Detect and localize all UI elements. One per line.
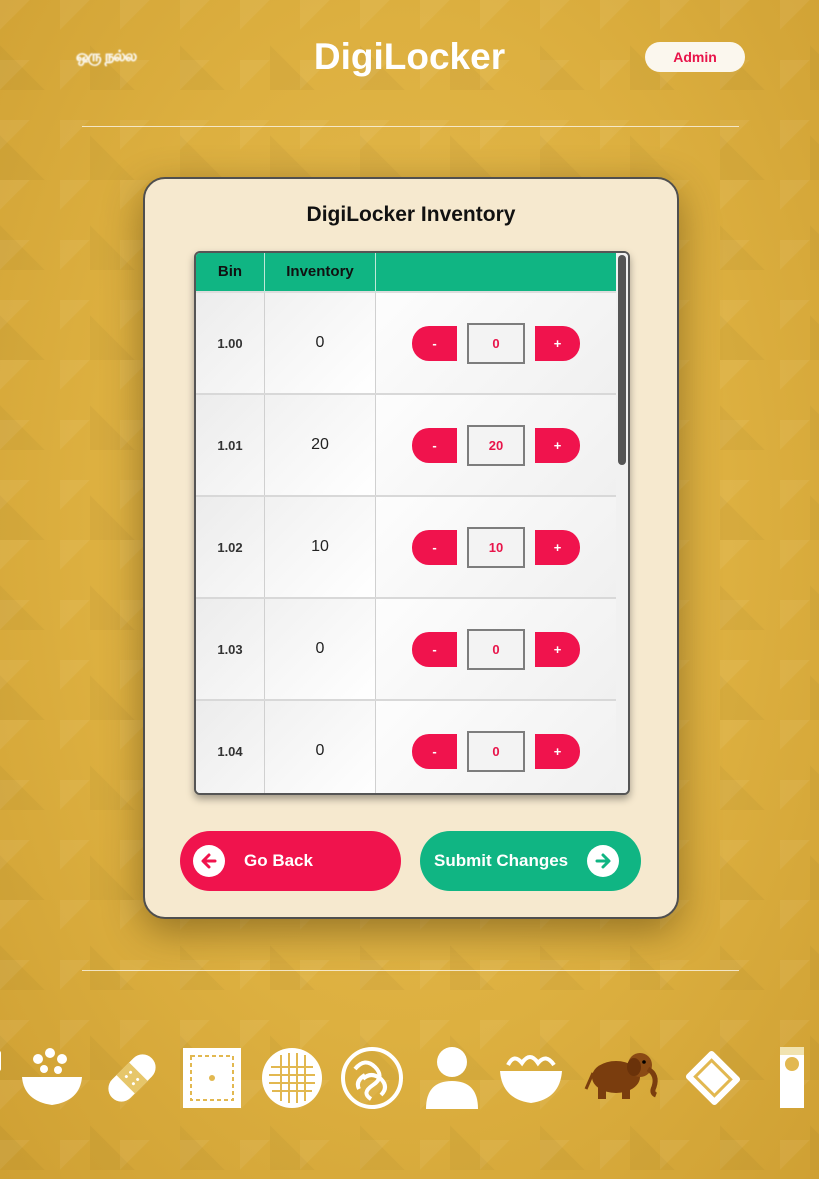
quantity-input[interactable] xyxy=(467,526,525,568)
inventory-cell: 0 xyxy=(265,293,376,393)
noodle-bowl-icon[interactable] xyxy=(500,1045,562,1111)
arrow-right-icon xyxy=(587,845,620,877)
scrollbar-thumb[interactable] xyxy=(618,255,626,465)
table-row: 1.03 0 - + xyxy=(196,599,616,701)
quantity-input[interactable] xyxy=(467,628,525,670)
go-back-button[interactable]: Go Back xyxy=(180,831,401,891)
bin-cell: 1.04 xyxy=(196,701,265,793)
table-row: 1.00 0 - + xyxy=(196,293,616,395)
elephant-icon[interactable] xyxy=(584,1045,662,1111)
actions-cell: - + xyxy=(376,497,616,597)
actions-cell: - + xyxy=(376,701,616,793)
actions-cell: - + xyxy=(376,395,616,495)
actions-cell: - + xyxy=(376,599,616,699)
table-header: Bin Inventory xyxy=(196,253,616,293)
bin-cell: 1.00 xyxy=(196,293,265,393)
inventory-cell: 10 xyxy=(265,497,376,597)
submit-changes-button[interactable]: Submit Changes xyxy=(420,831,641,891)
panel-title: DigiLocker Inventory xyxy=(306,203,516,226)
submit-changes-label: Submit Changes xyxy=(434,851,569,870)
waffle-icon[interactable] xyxy=(261,1045,323,1111)
noodles-icon[interactable] xyxy=(341,1045,403,1111)
increment-button[interactable]: + xyxy=(535,529,580,565)
decrement-button[interactable]: - xyxy=(412,427,457,463)
inventory-cell: 0 xyxy=(265,701,376,793)
rice-bowl-icon[interactable] xyxy=(22,1045,84,1111)
bin-cell: 1.01 xyxy=(196,395,265,495)
bin-cell: 1.03 xyxy=(196,599,265,699)
admin-button[interactable]: Admin xyxy=(645,42,745,72)
go-back-label: Go Back xyxy=(244,851,313,870)
inventory-table: Bin Inventory 1.00 0 - + 1.01 20 - xyxy=(194,251,630,795)
header-inventory: Inventory xyxy=(265,253,376,293)
inventory-cell: 0 xyxy=(265,599,376,699)
bandage-icon[interactable] xyxy=(101,1045,163,1111)
table-row: 1.02 10 - + xyxy=(196,497,616,599)
person-icon[interactable] xyxy=(424,1045,480,1111)
tube-icon[interactable] xyxy=(779,1045,807,1111)
actions-cell: - + xyxy=(376,293,616,393)
partial-icon[interactable] xyxy=(0,1045,4,1111)
quantity-input[interactable] xyxy=(467,424,525,466)
header-bin: Bin xyxy=(196,253,265,293)
bandage-diamond-icon[interactable] xyxy=(682,1045,744,1111)
quantity-input[interactable] xyxy=(467,322,525,364)
category-icon-strip xyxy=(0,1045,819,1111)
increment-button[interactable]: + xyxy=(535,631,580,667)
table-row: 1.01 20 - + xyxy=(196,395,616,497)
decrement-button[interactable]: - xyxy=(412,529,457,565)
table-row: 1.04 0 - + xyxy=(196,701,616,793)
bottom-divider xyxy=(82,970,739,971)
top-divider xyxy=(82,126,739,127)
decrement-button[interactable]: - xyxy=(412,631,457,667)
inventory-panel: DigiLocker Inventory Bin Inventory 1.00 … xyxy=(143,177,679,919)
quantity-input[interactable] xyxy=(467,730,525,772)
header-actions xyxy=(376,253,616,293)
increment-button[interactable]: + xyxy=(535,733,580,769)
increment-button[interactable]: + xyxy=(535,325,580,361)
decrement-button[interactable]: - xyxy=(412,733,457,769)
square-patch-icon[interactable] xyxy=(181,1045,243,1111)
table-scrollbar[interactable] xyxy=(616,253,628,793)
table-body: 1.00 0 - + 1.01 20 - + 1.02 10 xyxy=(196,293,616,793)
bin-cell: 1.02 xyxy=(196,497,265,597)
arrow-left-icon xyxy=(193,845,225,877)
decrement-button[interactable]: - xyxy=(412,325,457,361)
increment-button[interactable]: + xyxy=(535,427,580,463)
inventory-cell: 20 xyxy=(265,395,376,495)
